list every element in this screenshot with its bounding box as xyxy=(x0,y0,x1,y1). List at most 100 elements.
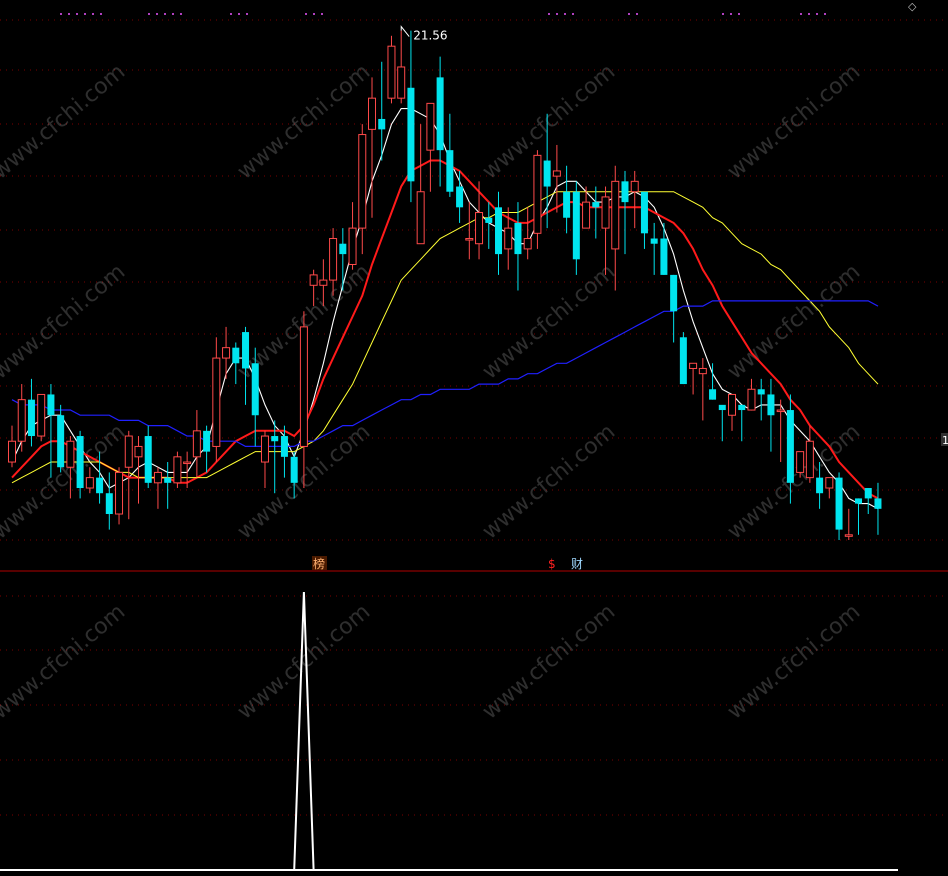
candle-body xyxy=(698,367,707,375)
candle-body xyxy=(27,399,35,437)
candle-body xyxy=(504,227,513,250)
candle-body xyxy=(105,493,113,515)
candle-body xyxy=(203,430,211,452)
top-dash xyxy=(564,13,566,15)
candle-body xyxy=(485,217,493,223)
top-dash xyxy=(156,13,158,15)
top-dash xyxy=(548,13,550,15)
candle-body xyxy=(592,202,600,208)
candle-body xyxy=(621,181,629,203)
candle-body xyxy=(124,435,133,468)
top-dash xyxy=(230,13,232,15)
top-dash xyxy=(84,13,86,15)
top-dash xyxy=(100,13,102,15)
candle-body xyxy=(533,154,542,234)
candle-body xyxy=(825,477,834,489)
candle-body xyxy=(855,498,863,504)
candle-body xyxy=(563,191,571,218)
candle-body xyxy=(835,477,843,530)
candle-body xyxy=(757,389,765,395)
candle-body xyxy=(37,393,46,437)
top-dash xyxy=(628,13,630,15)
candle-body xyxy=(251,363,259,416)
candle-body xyxy=(66,440,75,468)
candle-body xyxy=(718,404,726,411)
candle-body xyxy=(85,477,94,489)
candle-body xyxy=(786,410,794,483)
peak-price-label: 21.56 xyxy=(413,29,447,43)
top-dash xyxy=(180,13,182,15)
candle-body xyxy=(728,393,737,416)
candle-body xyxy=(339,243,347,255)
candle-body xyxy=(57,415,65,468)
candle-body xyxy=(640,191,648,234)
top-dash xyxy=(148,13,150,15)
candle-body xyxy=(153,471,162,484)
candle-body xyxy=(543,160,551,187)
top-dash xyxy=(238,13,240,15)
top-dash xyxy=(68,13,70,15)
candle-body xyxy=(280,436,288,457)
candle-body xyxy=(670,274,678,312)
top-dash xyxy=(321,13,323,15)
candle-body xyxy=(387,45,396,99)
candle-body xyxy=(115,471,124,515)
candle-body xyxy=(144,436,152,483)
bang-marker: 榜 xyxy=(313,556,325,571)
candle-body xyxy=(47,394,55,416)
candle-body xyxy=(416,191,425,245)
candle-body xyxy=(368,97,377,130)
candle-body xyxy=(76,436,84,489)
candle-body xyxy=(874,498,882,509)
top-dash xyxy=(738,13,740,15)
top-dash xyxy=(76,13,78,15)
candle-body xyxy=(523,238,532,250)
candle-body xyxy=(650,238,658,244)
candle-body xyxy=(397,66,406,99)
top-dash xyxy=(808,13,810,15)
top-dash xyxy=(572,13,574,15)
candle-body xyxy=(495,207,502,255)
candle-body xyxy=(738,404,746,411)
candle-body xyxy=(8,440,16,463)
candle-body xyxy=(232,347,240,364)
right-edge-label: 1 xyxy=(942,434,948,447)
candle-body xyxy=(456,186,464,208)
candle-body xyxy=(183,461,192,465)
top-dash xyxy=(92,13,94,15)
candle-body xyxy=(242,332,250,369)
top-dash xyxy=(730,13,732,15)
top-dash xyxy=(172,13,174,15)
candle-body xyxy=(475,212,484,245)
candle-body xyxy=(679,337,687,385)
candle-body xyxy=(290,456,298,483)
candle-body xyxy=(805,440,814,479)
candle-body xyxy=(767,394,775,416)
candle-body xyxy=(173,456,182,484)
top-dash xyxy=(800,13,802,15)
dollar-marker: $ xyxy=(548,557,556,571)
candle-body xyxy=(260,435,269,463)
candle-body xyxy=(601,196,610,229)
candle-body xyxy=(446,150,454,192)
diamond-icon[interactable]: ◇ xyxy=(908,0,917,13)
candle-body xyxy=(407,87,415,182)
candle-body xyxy=(426,102,435,151)
top-dash xyxy=(60,13,62,15)
top-dash xyxy=(556,13,558,15)
candle-body xyxy=(552,170,561,177)
candle-body xyxy=(611,180,620,250)
top-dash xyxy=(816,13,818,15)
candle-body xyxy=(465,238,474,241)
candle-body xyxy=(747,388,756,411)
candle-body xyxy=(630,180,639,193)
candle-body xyxy=(134,445,143,458)
candle-body xyxy=(776,409,785,413)
candle-body xyxy=(514,222,522,255)
top-dash xyxy=(305,13,307,15)
candle-body xyxy=(436,77,444,151)
candle-body xyxy=(222,347,231,359)
candle-body xyxy=(212,357,221,447)
up-candle xyxy=(387,35,396,104)
candle-body xyxy=(17,399,26,442)
